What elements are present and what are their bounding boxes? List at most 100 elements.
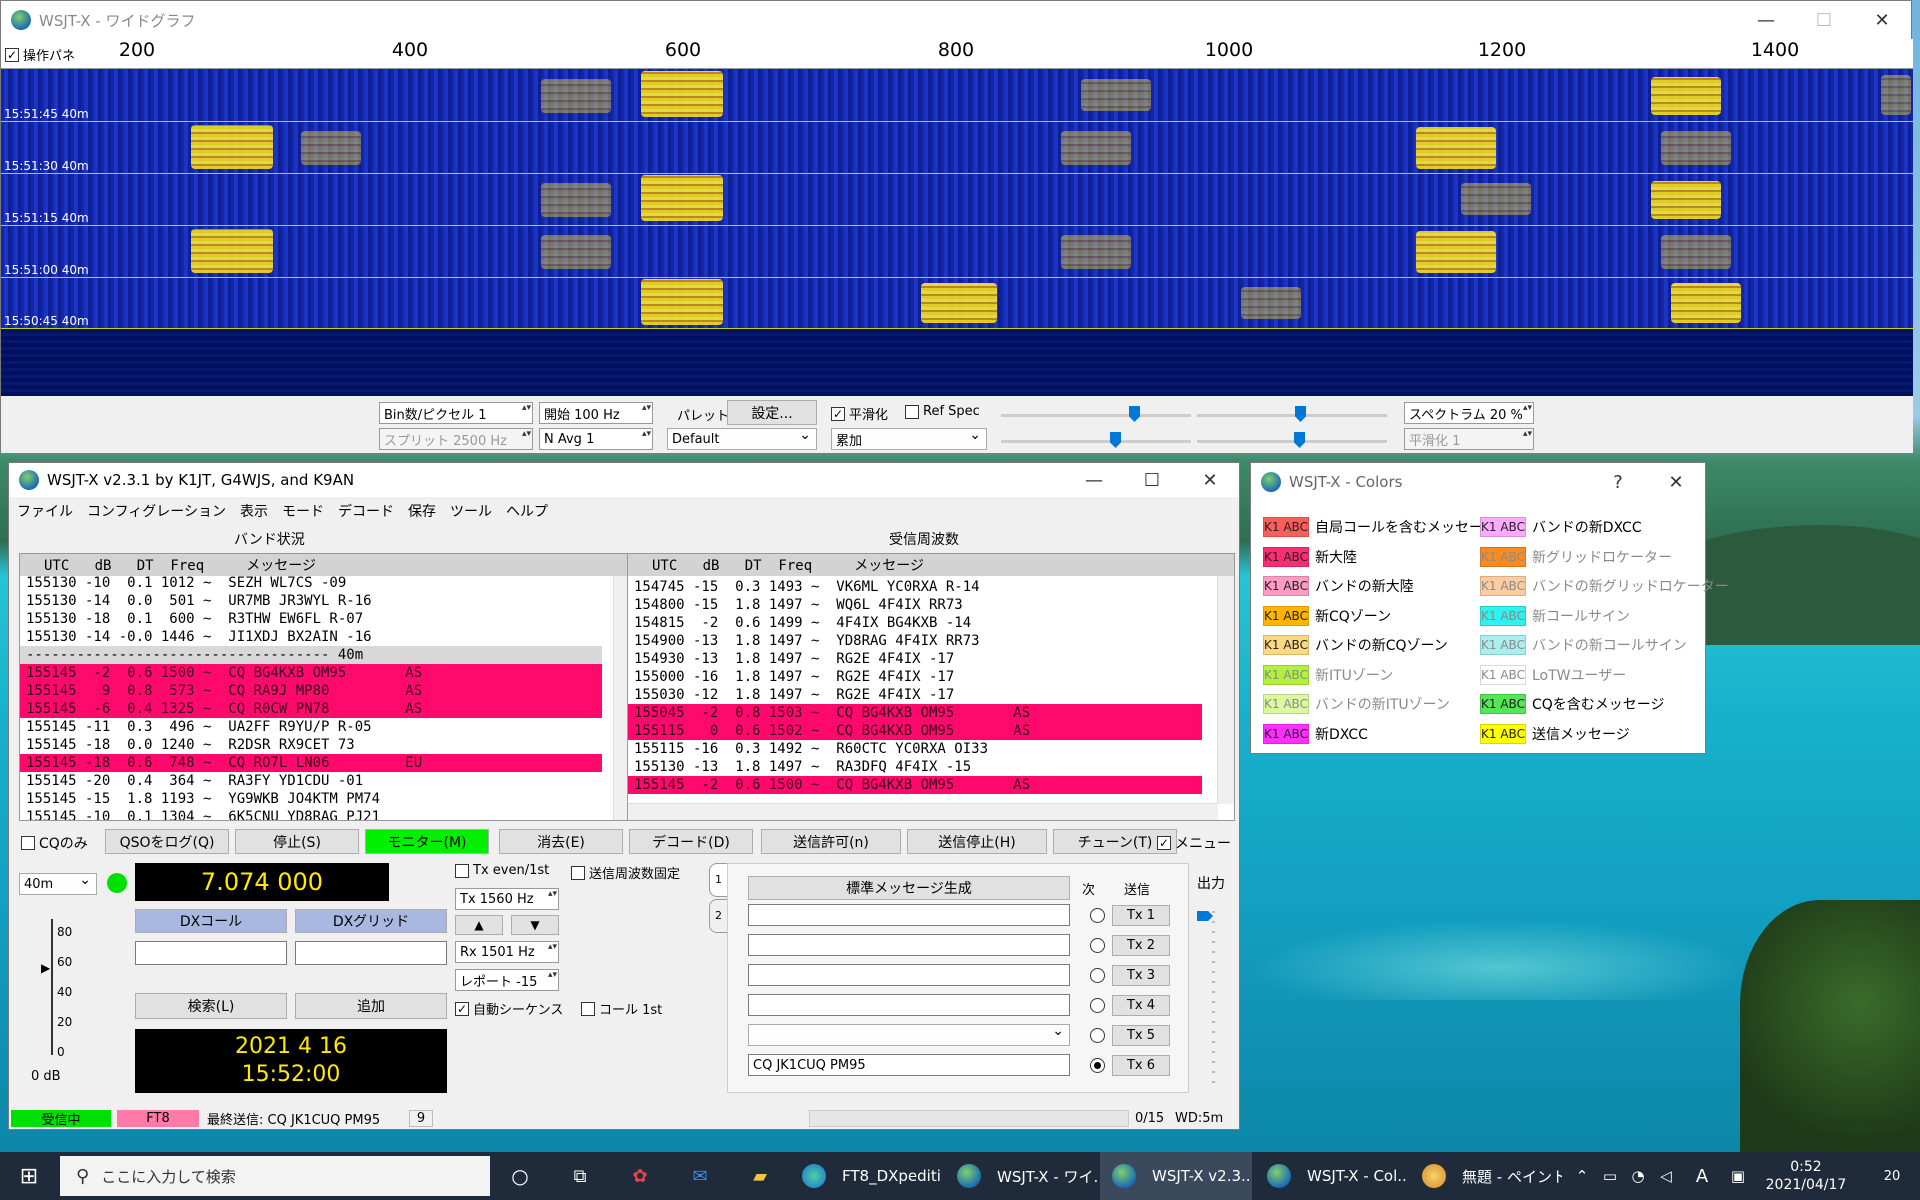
tx2-message-input[interactable] [748,934,1070,956]
tx5-message-dropdown[interactable] [748,1023,1070,1046]
spectrum-percent-spinbox[interactable]: スペクトラム 20 % [1404,402,1534,424]
volume-icon[interactable]: ◁ [1654,1152,1678,1200]
tx6-send-button[interactable]: Tx 6 [1112,1055,1170,1076]
palette-settings-button[interactable]: 設定... [727,400,817,425]
decode-line[interactable]: 155130 -10 0.1 1012 ~ SEZH WL7CS -09 [20,574,602,592]
decode-line[interactable]: 155115 -16 0.3 1492 ~ R60CTC YC0RXA OI33 [628,740,1202,758]
decode-line-highlighted[interactable]: 155115 0 0.6 1502 ~ CQ BG4KXB OM95 AS [628,722,1202,740]
decode-line[interactable]: 155000 -16 1.8 1497 ~ RG2E 4F4IX -17 [628,668,1202,686]
taskbar-app-wsjtx[interactable]: WSJT-X v2.3.... [1100,1152,1252,1200]
rx-to-tx-down-button[interactable]: ▼ [511,915,559,935]
decode-line[interactable]: 154930 -13 1.8 1497 ~ RG2E 4F4IX -17 [628,650,1202,668]
color-swatch[interactable]: K1 ABC [1480,517,1526,537]
color-swatch[interactable]: K1 ABC [1480,664,1526,685]
control-panel-toggle[interactable]: ✓ 操作パネ [5,45,75,64]
report-spinbox[interactable]: レポート -15 [455,969,559,991]
n-avg-spinbox[interactable]: N Avg 1 [539,428,653,450]
color-swatch[interactable]: K1 ABC [1480,605,1526,626]
tx4-next-radio[interactable] [1090,998,1105,1013]
power-slider-thumb[interactable] [1197,911,1213,921]
erase-button[interactable]: 消去(E) [499,829,623,854]
menu-checkbox[interactable]: ✓ [1157,836,1171,850]
tx3-send-button[interactable]: Tx 3 [1112,965,1170,986]
decode-line-highlighted[interactable]: 155145 9 0.8 573 ~ CQ RA9J MP80 AS [20,682,602,700]
rx-freq-spinbox[interactable]: Rx 1501 Hz [455,941,559,963]
band-separator-line[interactable]: ------------------------------------ 40m [20,646,602,664]
decode-line[interactable]: 155145 -10 0.1 1304 ~ 6K5CNU YD8RAG PJ21 [20,808,602,820]
notification-center-button[interactable]: 20 [1870,1152,1914,1200]
color-swatch[interactable]: K1 ABC [1263,546,1309,567]
ime-indicator[interactable]: A [1690,1152,1714,1200]
zero-slider[interactable] [1197,414,1387,417]
power-slider[interactable] [1212,903,1215,1083]
file-explorer-icon[interactable]: ▰ [740,1152,780,1200]
tx1-next-radio[interactable] [1090,908,1105,923]
color-swatch[interactable]: K1 ABC [1263,723,1309,744]
decode-line[interactable]: 155145 -11 0.3 496 ~ UA2FF R9YU/P R-05 [20,718,602,736]
decode-line-highlighted[interactable]: 155145 -2 0.6 1500 ~ CQ BG4KXB OM95 AS [628,776,1202,794]
tx1-send-button[interactable]: Tx 1 [1112,905,1170,926]
rx-list-hscrollbar[interactable] [628,803,1218,820]
cortana-icon[interactable]: ○ [500,1152,540,1200]
color-swatch[interactable]: K1 ABC [1480,723,1526,744]
gain2-slider[interactable] [1001,440,1191,443]
log-qso-button[interactable]: QSOをログ(Q) [105,829,229,854]
control-panel-checkbox[interactable]: ✓ [5,47,19,62]
tx1-message-input[interactable] [748,904,1070,926]
start-button[interactable]: ⊞ [0,1152,58,1200]
close-button[interactable]: ✕ [1647,472,1705,493]
show-hidden-icons-icon[interactable]: ⌃ [1570,1152,1594,1200]
colors-titlebar[interactable]: WSJT-X - Colors ? ✕ [1251,463,1705,501]
lookup-button[interactable]: 検索(L) [135,993,287,1019]
help-button[interactable]: ? [1589,472,1647,493]
decode-line[interactable]: 155145 -18 0.0 1240 ~ R2DSR RX9CET 73 [20,736,602,754]
tx3-message-input[interactable] [748,964,1070,986]
cq-only-checkbox[interactable] [21,836,35,850]
halt-tx-button[interactable]: 送信停止(H) [907,829,1047,854]
color-setting-row[interactable]: K1 ABC バンドの新DXCC [1480,517,1642,537]
decode-line[interactable]: 155130 -18 0.1 600 ~ R3THW EW6FL R-07 [20,610,602,628]
zero2-slider-thumb[interactable] [1294,432,1305,448]
tx2-send-button[interactable]: Tx 2 [1112,935,1170,956]
decode-line[interactable]: 155030 -12 1.8 1497 ~ RG2E 4F4IX -17 [628,686,1202,704]
task-view-icon[interactable]: ⧉ [560,1152,600,1200]
maximize-button[interactable]: ☐ [1795,10,1853,31]
color-setting-row[interactable]: K1 ABC 新ITUゾーン [1263,664,1393,685]
menu-configurations[interactable]: コンフィグレーション [87,501,226,520]
tx4-send-button[interactable]: Tx 4 [1112,995,1170,1016]
color-setting-row[interactable]: K1 ABC バンドの新CQゾーン [1263,635,1448,655]
tx6-next-radio[interactable] [1090,1058,1105,1073]
decode-line[interactable]: 155130 -14 -0.0 1446 ~ JI1XDJ BX2AIN -16 [20,628,602,646]
auto-seq-checkbox[interactable]: ✓ [455,1001,469,1016]
color-swatch[interactable]: K1 ABC [1263,517,1309,537]
battery-icon[interactable]: ▭ [1598,1152,1622,1200]
decode-line[interactable]: 154745 -15 0.3 1493 ~ VK6ML YC0RXA R-14 [628,578,1202,596]
decode-line-highlighted[interactable]: 155145 -2 0.6 1500 ~ CQ BG4KXB OM95 AS [20,664,602,682]
color-setting-row[interactable]: K1 ABC バンドの新グリッドロケーター [1480,576,1729,596]
color-setting-row[interactable]: K1 ABC 送信メッセージ [1480,723,1630,744]
color-setting-row[interactable]: K1 ABC 新DXCC [1263,723,1368,744]
app-icon[interactable]: ✿ [620,1152,660,1200]
color-setting-row[interactable]: K1 ABC 新グリッドロケーター [1480,546,1672,567]
menu-file[interactable]: ファイル [17,501,73,520]
color-swatch[interactable]: K1 ABC [1263,605,1309,626]
call-1st-checkbox[interactable] [581,1001,595,1016]
tx4-message-input[interactable] [748,994,1070,1016]
hold-tx-freq-checkbox[interactable] [571,865,585,880]
zero-slider-thumb[interactable] [1295,406,1306,422]
color-setting-row[interactable]: K1 ABC 自局コールを含むメッセージ [1263,517,1497,537]
dx-call-input[interactable] [135,941,287,965]
color-swatch[interactable]: K1 ABC [1480,546,1526,567]
decode-line[interactable]: 154815 -2 0.6 1499 ~ 4F4IX BG4KXB -14 [628,614,1202,632]
decode-line[interactable]: 154800 -15 1.8 1497 ~ WQ6L 4F4IX RR73 [628,596,1202,614]
taskbar-search[interactable]: ⚲ ここに入力して検索 [60,1156,490,1196]
tx3-next-radio[interactable] [1090,968,1105,983]
stop-button[interactable]: 停止(S) [235,829,359,854]
color-swatch[interactable]: K1 ABC [1480,635,1526,655]
bins-per-pixel-spinbox[interactable]: Bin数/ピクセル 1 [379,402,533,424]
enable-tx-button[interactable]: 送信許可(n) [761,829,901,854]
band-activity-list[interactable]: UTC dB DT Freq メッセージ 155130 -10 0.1 1012… [19,553,631,821]
color-swatch[interactable]: K1 ABC [1263,694,1309,714]
gain-slider-thumb[interactable] [1129,406,1140,422]
taskbar-app-paint[interactable]: 無題 - ペイント [1410,1152,1562,1200]
